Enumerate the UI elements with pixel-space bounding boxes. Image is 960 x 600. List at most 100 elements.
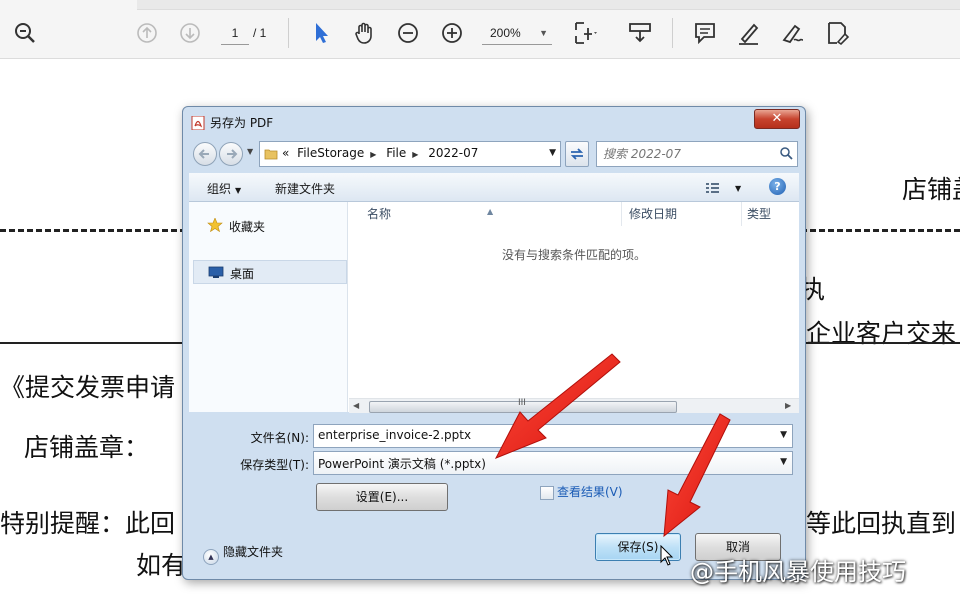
view-results-checkbox[interactable] bbox=[540, 486, 554, 500]
save-as-dialog: 另存为 PDF ✕ ▼ « FileStorage ▶ File ▶ 2022-07… bbox=[182, 106, 806, 580]
address-row: ▼ « FileStorage ▶ File ▶ 2022-07 ▼ bbox=[191, 139, 798, 167]
breadcrumb: « FileStorage ▶ File ▶ 2022-07 bbox=[282, 146, 482, 160]
nav-item-desktop[interactable]: 桌面 bbox=[193, 260, 347, 284]
scroll-grip: III bbox=[518, 398, 526, 408]
doc-text-stamp: 店铺盖章： bbox=[24, 433, 150, 462]
history-dropdown-icon[interactable]: ▼ bbox=[247, 147, 253, 156]
zoom-out-icon[interactable] bbox=[395, 20, 421, 46]
refresh-button[interactable] bbox=[565, 141, 589, 167]
scroll-mode-icon[interactable] bbox=[627, 20, 653, 46]
forward-button[interactable] bbox=[219, 142, 243, 166]
hand-tool-icon[interactable] bbox=[351, 20, 377, 46]
scroll-right-icon[interactable]: ▶ bbox=[785, 401, 791, 410]
breadcrumb-item[interactable]: 2022-07 bbox=[428, 146, 478, 160]
previous-page-icon[interactable] bbox=[134, 20, 160, 46]
chevron-down-icon[interactable]: ▼ bbox=[780, 430, 787, 440]
search-box[interactable] bbox=[596, 141, 798, 167]
watermark: @手机风暴使用技巧 bbox=[690, 558, 906, 586]
column-header-modified[interactable]: 修改日期 bbox=[623, 202, 742, 226]
fit-page-icon[interactable] bbox=[572, 20, 598, 46]
chevron-down-icon[interactable]: ▼ bbox=[549, 148, 556, 158]
search-input[interactable] bbox=[601, 145, 775, 163]
column-header-name[interactable]: 名称 ▲ bbox=[349, 202, 622, 226]
doc-text-enterprise: 企业客户交来 bbox=[806, 319, 957, 348]
toolbar-divider bbox=[288, 18, 289, 48]
zoom-in-icon[interactable] bbox=[439, 20, 465, 46]
page-total: / 1 bbox=[253, 26, 267, 40]
hide-folders-toggle[interactable]: ▲ 隐藏文件夹 bbox=[203, 543, 283, 565]
view-dropdown-icon[interactable]: ▼ bbox=[731, 180, 741, 194]
column-modified-label: 修改日期 bbox=[629, 207, 678, 221]
doc-text-store-top: 店铺盖 bbox=[902, 175, 960, 204]
pdf-toolbar: 1 / 1 200% ▼ bbox=[0, 0, 960, 59]
filetype-value: PowerPoint 演示文稿 (*.pptx) bbox=[318, 457, 486, 471]
nav-item-label: 桌面 bbox=[230, 267, 255, 281]
zoom-select[interactable]: 200% ▼ bbox=[482, 22, 552, 45]
chevron-right-icon[interactable]: ▶ bbox=[370, 150, 376, 159]
column-header-type[interactable]: 类型 bbox=[743, 202, 799, 226]
organize-button[interactable]: 组织 ▼ bbox=[207, 180, 241, 197]
next-page-icon[interactable] bbox=[177, 20, 203, 46]
column-type-label: 类型 bbox=[747, 207, 772, 221]
doc-text-if: 如有 bbox=[136, 551, 187, 580]
breadcrumb-item[interactable]: FileStorage bbox=[297, 146, 364, 160]
scroll-left-icon[interactable]: ◀ bbox=[353, 401, 359, 410]
edit-document-icon[interactable] bbox=[824, 20, 850, 46]
refresh-icon bbox=[570, 148, 584, 160]
file-browser: 收藏夹 桌面 名称 ▲ 修改日期 类型 没有与搜索条件匹配的项。 ◀ III ▶ bbox=[189, 202, 799, 413]
breadcrumb-item[interactable]: File bbox=[386, 146, 406, 160]
zoom-value: 200% bbox=[490, 26, 521, 40]
help-icon[interactable]: ? bbox=[769, 178, 786, 195]
breadcrumb-overflow[interactable]: « bbox=[282, 146, 289, 160]
search-icon[interactable] bbox=[779, 146, 793, 160]
navigation-pane: 收藏夹 桌面 bbox=[189, 202, 348, 412]
doc-text-submit: 《提交发票申请 bbox=[0, 373, 176, 402]
organize-label: 组织 bbox=[207, 182, 232, 196]
filename-label: 文件名(N): bbox=[250, 431, 309, 445]
folder-icon bbox=[264, 146, 278, 160]
arrow-right-icon bbox=[227, 149, 238, 159]
desktop-icon bbox=[208, 265, 224, 279]
settings-button[interactable]: 设置(E)... bbox=[316, 483, 448, 511]
arrow-left-icon bbox=[198, 149, 209, 159]
pdf-icon bbox=[191, 115, 205, 131]
page-number-input[interactable]: 1 bbox=[221, 22, 249, 45]
highlight-pen-icon[interactable] bbox=[736, 20, 762, 46]
toolbar-divider bbox=[672, 18, 673, 48]
nav-item-favorites[interactable]: 收藏夹 bbox=[193, 214, 345, 236]
doc-text-reminder-right: 等此回执直到 bbox=[806, 509, 957, 538]
horizontal-scrollbar[interactable]: ◀ III ▶ bbox=[349, 398, 799, 413]
mouse-cursor-icon bbox=[660, 544, 674, 567]
dialog-title: 另存为 PDF bbox=[210, 116, 274, 130]
search-icon[interactable] bbox=[12, 20, 38, 46]
view-results-label[interactable]: 查看结果(V) bbox=[557, 483, 623, 500]
back-button[interactable] bbox=[193, 142, 217, 166]
filetype-select[interactable]: PowerPoint 演示文稿 (*.pptx) ▼ bbox=[313, 451, 793, 475]
dialog-title-bar[interactable]: 另存为 PDF ✕ bbox=[183, 107, 805, 137]
scroll-thumb[interactable]: III bbox=[369, 398, 677, 413]
tab-strip bbox=[137, 0, 960, 10]
new-folder-button[interactable]: 新建文件夹 bbox=[275, 180, 335, 197]
chevron-down-icon[interactable]: ▼ bbox=[780, 457, 787, 467]
doc-text-reminder-left: 特别提醒：此回 bbox=[0, 509, 176, 538]
view-options-icon[interactable] bbox=[705, 180, 721, 194]
chevron-down-icon: ▼ bbox=[539, 28, 548, 38]
chevron-down-icon: ▼ bbox=[235, 186, 242, 195]
nav-item-label: 收藏夹 bbox=[229, 220, 266, 234]
sort-up-icon: ▲ bbox=[487, 207, 494, 216]
sign-icon[interactable] bbox=[780, 20, 806, 46]
filename-input[interactable]: enterprise_invoice-2.pptx ▼ bbox=[313, 424, 793, 448]
comment-icon[interactable] bbox=[692, 20, 718, 46]
hide-folders-label: 隐藏文件夹 bbox=[223, 545, 284, 559]
file-list: 名称 ▲ 修改日期 类型 没有与搜索条件匹配的项。 bbox=[349, 202, 799, 398]
command-bar: 组织 ▼ 新建文件夹 ▼ ? bbox=[189, 173, 799, 202]
select-cursor-icon[interactable] bbox=[308, 20, 334, 46]
address-bar[interactable]: « FileStorage ▶ File ▶ 2022-07 ▼ bbox=[259, 141, 561, 167]
chevron-up-icon: ▲ bbox=[203, 549, 219, 565]
filename-value: enterprise_invoice-2.pptx bbox=[318, 428, 472, 442]
star-icon bbox=[207, 217, 223, 233]
column-name-label: 名称 bbox=[367, 207, 392, 221]
chevron-right-icon[interactable]: ▶ bbox=[412, 150, 418, 159]
filetype-label: 保存类型(T): bbox=[240, 458, 309, 472]
close-button[interactable]: ✕ bbox=[754, 109, 800, 129]
